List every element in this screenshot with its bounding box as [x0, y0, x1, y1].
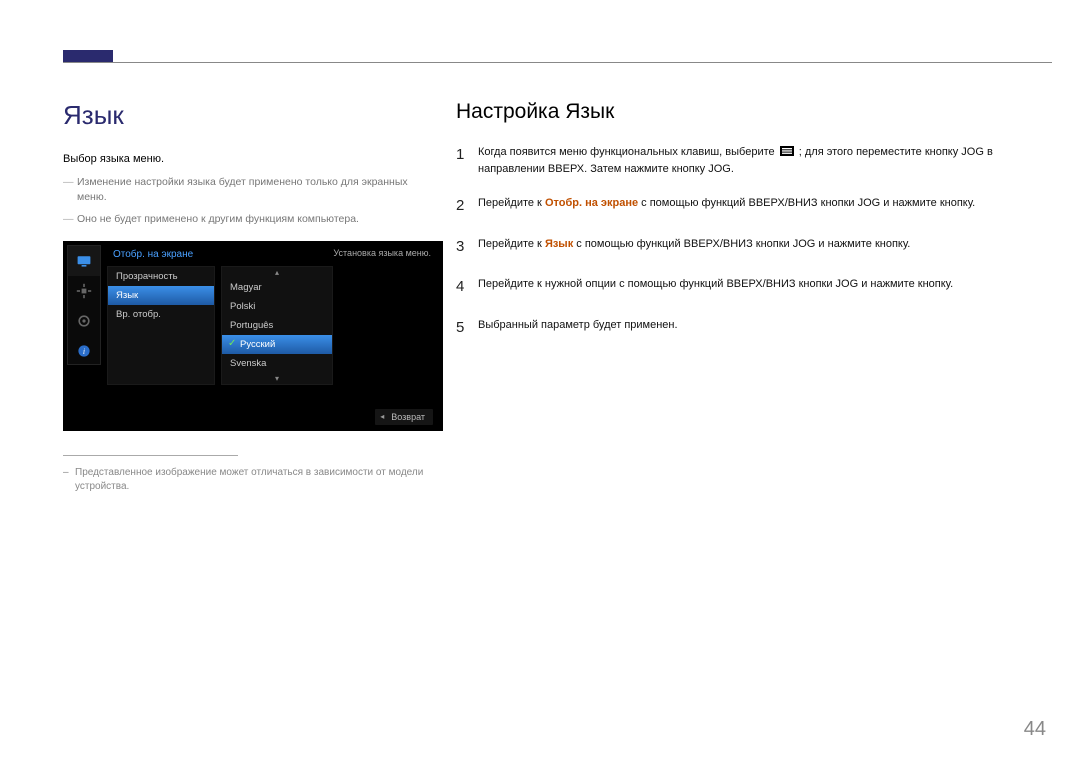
osd-menu-item-selected: Язык [108, 286, 214, 305]
step-number: 4 [456, 276, 478, 299]
step-text-before: Перейдите к [478, 197, 545, 209]
step-number: 1 [456, 144, 478, 167]
step: 3 Перейдите к Язык с помощью функций ВВЕ… [456, 236, 1046, 259]
osd-sidebar: i [67, 245, 101, 365]
osd-lang-item-selected: Русский [222, 335, 332, 354]
step-accent: Отобр. на экране [545, 197, 638, 209]
menu-icon [780, 146, 794, 156]
gear-icon [68, 306, 100, 336]
step-text: Перейдите к Язык с помощью функций ВВЕРХ… [478, 236, 1046, 253]
desc-sub-2: Оно не будет применено к другим функциям… [63, 212, 428, 227]
header-rule [63, 62, 1052, 63]
desc-sub-1: Изменение настройки языка будет применен… [63, 175, 428, 204]
step-text: Когда появится меню функциональных клави… [478, 144, 1046, 177]
osd-menu-panel: Прозрачность Язык Вр. отобр. [107, 266, 215, 385]
step-text: Перейдите к нужной опции с помощью функц… [478, 276, 1046, 293]
osd-hint: Установка языка меню. [321, 248, 431, 259]
step-text-after: с помощью функций ВВЕРХ/ВНИЗ кнопки JOG … [641, 197, 975, 209]
step-text-after: с помощью функций ВВЕРХ/ВНИЗ кнопки JOG … [576, 238, 910, 250]
step-number: 5 [456, 317, 478, 340]
page-number: 44 [1024, 718, 1046, 741]
footnote-divider [63, 455, 238, 456]
step-accent: Язык [545, 238, 573, 250]
step-text-before: Перейдите к нужной опции с помощью функц… [478, 278, 953, 290]
header-accent-block [63, 50, 113, 62]
step-text: Перейдите к Отобр. на экране с помощью ф… [478, 195, 1046, 212]
right-column: Настройка Язык 1 Когда появится меню фун… [456, 100, 1046, 357]
osd-back-button: Возврат [375, 409, 433, 425]
step-text-before: Выбранный параметр будет применен. [478, 319, 678, 331]
step-number: 3 [456, 236, 478, 259]
step: 2 Перейдите к Отобр. на экране с помощью… [456, 195, 1046, 218]
monitor-icon [68, 246, 100, 276]
step-text-before: Перейдите к [478, 238, 545, 250]
steps-list: 1 Когда появится меню функциональных кла… [456, 144, 1046, 339]
osd-scroll-up-icon: ▴ [222, 267, 332, 278]
svg-text:i: i [83, 347, 85, 356]
osd-menu-item: Вр. отобр. [108, 305, 214, 324]
osd-lang-item: Polski [222, 297, 332, 316]
osd-screenshot: i Отобр. на экране Установка языка меню.… [63, 241, 443, 431]
step-text: Выбранный параметр будет применен. [478, 317, 1046, 334]
desc-main: Выбор языка меню. [63, 153, 428, 165]
left-column: Язык Выбор языка меню. Изменение настрой… [63, 100, 428, 494]
osd-lang-panel: ▴ Magyar Polski Português Русский Svensk… [221, 266, 333, 385]
footnote: Представленное изображение может отличат… [63, 466, 428, 494]
step-text-before: Когда появится меню функциональных клави… [478, 146, 778, 158]
osd-lang-item: Svenska [222, 354, 332, 373]
step: 1 Когда появится меню функциональных кла… [456, 144, 1046, 177]
section-title-config: Настройка Язык [456, 100, 1046, 124]
position-icon [68, 276, 100, 306]
osd-scroll-down-icon: ▾ [222, 373, 332, 384]
step: 4 Перейдите к нужной опции с помощью фун… [456, 276, 1046, 299]
section-title-language: Язык [63, 100, 428, 131]
osd-lang-item: Português [222, 316, 332, 335]
step-number: 2 [456, 195, 478, 218]
step: 5 Выбранный параметр будет применен. [456, 317, 1046, 340]
osd-lang-item: Magyar [222, 278, 332, 297]
osd-menu-item: Прозрачность [108, 267, 214, 286]
info-icon: i [68, 336, 100, 366]
